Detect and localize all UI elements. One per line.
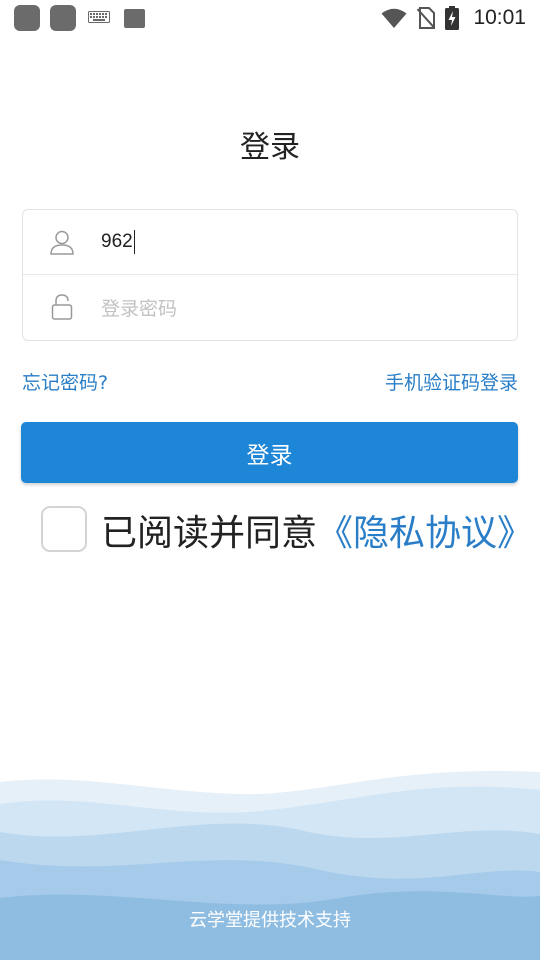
agreement-label: 已阅读并同意《隐私协议》 [101,504,533,556]
status-bar: 10:01 [0,0,540,36]
username-input[interactable]: 962 [101,231,133,253]
privacy-policy-link[interactable]: 《隐私协议》 [317,513,533,554]
footer-credit: 云学堂提供技术支持 [189,910,351,931]
text-cursor [133,230,136,254]
notification-icon [124,9,145,28]
app-notification-icon [14,5,40,31]
page-title: 登录 [240,130,300,165]
login-form: 962 登录密码 [22,209,518,341]
status-time: 10:01 [473,6,526,29]
password-field[interactable]: 登录密码 [23,275,517,339]
agreement-text: 已阅读并同意 [101,513,318,554]
username-field[interactable]: 962 [23,210,517,275]
password-input[interactable]: 登录密码 [101,294,177,321]
app-notification-icon [50,5,76,31]
lock-icon [23,275,101,339]
agree-checkbox[interactable] [41,506,87,552]
forgot-password-link[interactable]: 忘记密码? [22,368,108,395]
user-icon [23,210,101,274]
battery-charging-icon [445,6,460,30]
sms-login-link[interactable]: 手机验证码登录 [385,368,518,395]
keyboard-icon [88,11,110,23]
wifi-icon [381,8,407,28]
login-button[interactable]: 登录 [21,422,518,483]
no-sim-icon [417,7,436,29]
